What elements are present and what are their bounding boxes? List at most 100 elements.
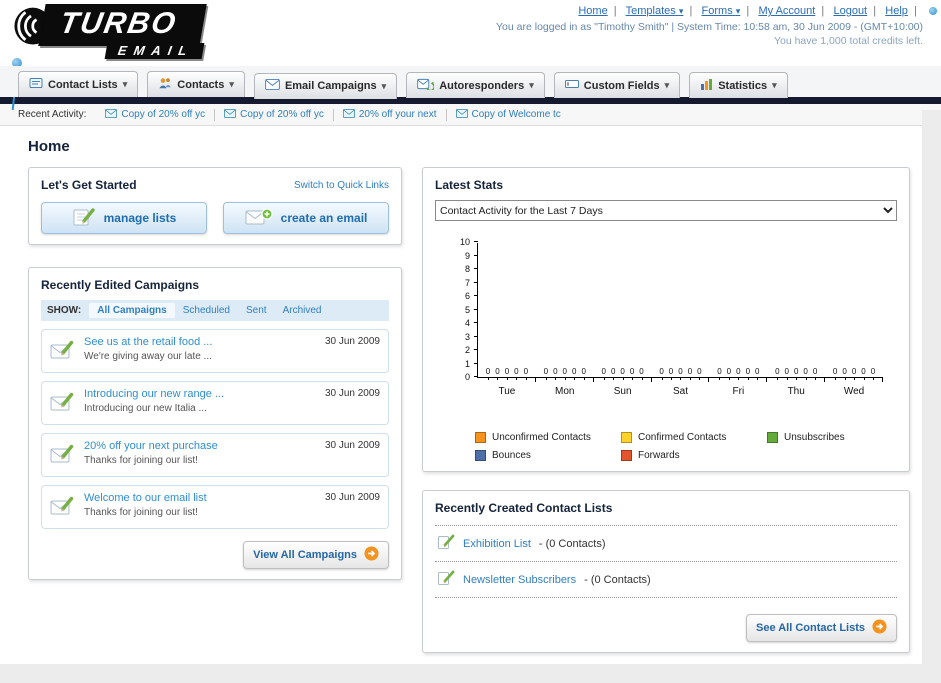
top-nav: Home Templates ▾ Forms ▾ My Account Logo… (496, 5, 937, 17)
filter-all-campaigns[interactable]: All Campaigns (89, 303, 175, 318)
x-axis-day-label: Mon (555, 386, 575, 397)
create-email-icon (245, 207, 273, 230)
legend-swatch (767, 432, 778, 443)
tab-contact-lists[interactable]: Contact Lists ▾ (18, 71, 139, 97)
view-all-campaigns-button[interactable]: View All Campaigns (243, 541, 389, 569)
recent-activity-item[interactable]: Copy of 20% off yc (96, 108, 216, 121)
stats-period-select[interactable]: Contact Activity for the Last 7 Days (435, 200, 897, 221)
bar-value-label: 0 (523, 367, 529, 380)
chart-plot-area: 0 0 0 0 0 Tue 0 0 0 0 0 Mon 0 0 0 0 0 Sun 0 0 0 0 0 Sat 0 0 0 0 0 Fri… (474, 241, 883, 397)
legend-swatch (475, 432, 486, 443)
bar-value-label: 0 (601, 367, 606, 380)
recently-created-lists-panel: Recently Created Contact Lists Exhibitio… (422, 490, 910, 653)
legend-item: Unsubscribes (767, 432, 913, 443)
filter-sent[interactable]: Sent (238, 303, 275, 318)
contact-list-item[interactable]: Newsletter Subscribers - (0 Contacts) (435, 561, 897, 598)
credits-remaining-text: You have 1,000 total credits left. (773, 35, 923, 47)
contact-list-count: - (0 Contacts) (584, 573, 651, 586)
statistics-icon (700, 78, 713, 93)
campaign-list-item[interactable]: Welcome to our email list Thanks for joi… (41, 485, 389, 529)
top-nav-my-account[interactable]: My Account (758, 5, 815, 17)
page-margin-bottom (0, 664, 941, 683)
bar-value-label: 0 (793, 367, 799, 380)
stats-panel-title: Latest Stats (435, 178, 504, 192)
campaign-subject: Thanks for joining our list! (84, 455, 198, 466)
bar-value-label: 0 (571, 367, 577, 380)
x-axis-day-label: Sat (672, 386, 688, 397)
main-content: Home Let's Get Started Switch to Quick L… (0, 126, 941, 653)
contact-list-item[interactable]: Exhibition List - (0 Contacts) (435, 525, 897, 561)
bar-value-label: 0 (668, 367, 674, 380)
y-axis-tick-label: 10 (459, 237, 470, 247)
autoresponders-icon (417, 78, 436, 93)
chart-day-group: 0 0 0 0 0 Thu (767, 243, 825, 397)
bar-value-label: 0 (485, 367, 491, 380)
tab-autoresponders[interactable]: Autoresponders ▾ (406, 72, 545, 98)
page-margin-right (922, 110, 941, 683)
recent-activity-item[interactable]: 20% off your next (334, 108, 447, 121)
create-email-button[interactable]: create an email (223, 202, 389, 234)
top-nav-templates[interactable]: Templates ▾ (626, 5, 684, 17)
chevron-down-icon: ▾ (229, 79, 234, 89)
show-label: SHOW: (47, 305, 82, 316)
contact-list-count: - (0 Contacts) (538, 537, 606, 550)
campaign-list-item[interactable]: See us at the retail food ... We're givi… (41, 329, 389, 373)
campaign-date: 30 Jun 2009 (324, 388, 380, 399)
campaign-date: 30 Jun 2009 (324, 440, 380, 451)
y-axis-tick-label: 8 (464, 264, 470, 274)
contact-list-link[interactable]: Newsletter Subscribers (463, 574, 576, 586)
campaign-list-item[interactable]: Introducing our new range ... Introducin… (41, 381, 389, 425)
top-nav-forms[interactable]: Forms ▾ (702, 5, 741, 17)
legend-swatch (621, 432, 632, 443)
tab-contacts[interactable]: Contacts ▾ (147, 71, 245, 97)
campaign-subject: Introducing our new Italia ... (84, 403, 207, 414)
chart-day-group: 0 0 0 0 0 Fri (709, 243, 768, 397)
campaign-edit-icon (50, 496, 76, 519)
top-nav-home[interactable]: Home (578, 5, 607, 17)
turbo-email-logo[interactable]: TURBO EMAIL (8, 2, 278, 110)
bar-value-label: 0 (736, 367, 741, 380)
manage-lists-icon (72, 207, 96, 230)
chevron-down-icon: ▾ (772, 80, 777, 90)
campaigns-filter-bar: SHOW: All Campaigns Scheduled Sent Archi… (41, 300, 389, 321)
contact-list-link[interactable]: Exhibition List (463, 538, 531, 550)
bar-value-label: 0 (678, 367, 683, 380)
filter-archived[interactable]: Archived (275, 303, 330, 318)
bar-value-label: 0 (504, 367, 510, 380)
x-axis-day-label: Wed (843, 386, 865, 397)
recent-activity-item[interactable]: Copy of Welcome tc (447, 108, 570, 121)
campaign-list-item[interactable]: 20% off your next purchase Thanks for jo… (41, 433, 389, 477)
filter-scheduled[interactable]: Scheduled (175, 303, 238, 318)
campaign-subject: Thanks for joining our list! (84, 507, 198, 518)
chart-day-group: 0 0 0 0 0 Mon (536, 243, 594, 397)
list-edit-icon (437, 570, 455, 589)
switch-quick-links-link[interactable]: Switch to Quick Links (294, 180, 389, 191)
top-nav-help[interactable]: Help (885, 5, 908, 17)
y-axis-tick-label: 4 (464, 318, 470, 328)
bar-value-label: 0 (726, 367, 732, 380)
x-axis-day-label: Sun (613, 386, 632, 397)
recently-edited-campaigns-panel: Recently Edited Campaigns SHOW: All Camp… (28, 267, 402, 580)
y-axis-tick-label: 7 (464, 277, 470, 288)
legend-swatch (475, 450, 486, 461)
campaign-date: 30 Jun 2009 (324, 492, 380, 503)
tab-custom-fields[interactable]: Custom Fields ▾ (553, 72, 681, 98)
legend-item: Forwards (621, 450, 767, 461)
bar-value-label: 0 (687, 367, 693, 380)
tab-email-campaigns[interactable]: Email Campaigns ▾ (253, 72, 398, 99)
campaign-edit-icon (50, 340, 76, 363)
legend-label: Unsubscribes (784, 432, 845, 443)
manage-lists-button[interactable]: manage lists (41, 202, 207, 234)
bar-value-label: 0 (870, 367, 876, 380)
envelope-icon (105, 108, 118, 121)
recent-activity-item[interactable]: Copy of 20% off yc (215, 108, 334, 121)
tab-statistics[interactable]: Statistics ▾ (689, 72, 788, 98)
legend-label: Forwards (638, 450, 680, 461)
bar-value-label: 0 (717, 367, 722, 380)
see-all-contact-lists-button[interactable]: See All Contact Lists (745, 614, 897, 642)
top-nav-logout[interactable]: Logout (833, 5, 867, 17)
bar-value-label: 0 (803, 367, 808, 380)
logo-text-turbo: TURBO (57, 7, 180, 40)
contact-lists-icon (29, 76, 43, 93)
orange-arrow-icon (364, 546, 379, 564)
